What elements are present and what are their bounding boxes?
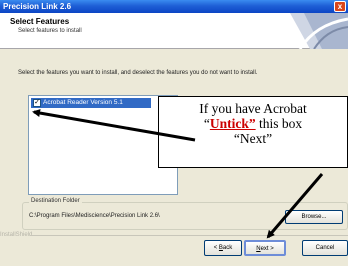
next-rest: ext >	[260, 246, 274, 252]
back-button[interactable]: < Back	[204, 240, 242, 256]
feature-item-acrobat-reader[interactable]: ✓ Acrobat Reader Version 5.1	[31, 98, 151, 108]
window-title: Precision Link 2.6	[3, 2, 72, 11]
back-rest: ack	[222, 245, 233, 251]
next-button[interactable]: Next >	[244, 240, 286, 256]
installshield-label: InstallShield	[0, 232, 33, 238]
feature-list[interactable]: ✓ Acrobat Reader Version 5.1	[28, 95, 178, 195]
callout-line-1: If you have Acrobat	[199, 101, 307, 116]
installer-banner-graphic	[290, 13, 348, 49]
header-panel: Select Features Select features to insta…	[0, 13, 348, 49]
page-subtitle: Select features to install	[18, 28, 82, 34]
close-icon[interactable]: x	[334, 1, 346, 12]
callout-line-2-rest: this box	[255, 116, 303, 131]
callout-line-2: “Untick” this box	[159, 116, 347, 131]
callout-untick: Untick”	[209, 116, 256, 131]
destination-folder-group: Destination Folder C:\Program Files\Medi…	[22, 198, 348, 230]
annotation-callout: If you have Acrobat “Untick” this box “N…	[158, 96, 348, 168]
callout-line-3: “Next”	[233, 131, 273, 146]
browse-button[interactable]: Browse...	[285, 210, 343, 224]
cancel-button[interactable]: Cancel	[302, 240, 348, 256]
instruction-text: Select the features you want to install,…	[18, 70, 258, 76]
title-bar[interactable]: Precision Link 2.6 x	[0, 0, 348, 13]
page-title: Select Features	[10, 17, 70, 26]
divider	[30, 235, 348, 236]
feature-label: Acrobat Reader Version 5.1	[43, 99, 123, 106]
feature-checkbox[interactable]: ✓	[33, 99, 41, 107]
destination-folder-legend: Destination Folder	[29, 198, 82, 204]
destination-path: C:\Program Files\Mediscience\Precision L…	[29, 213, 160, 219]
